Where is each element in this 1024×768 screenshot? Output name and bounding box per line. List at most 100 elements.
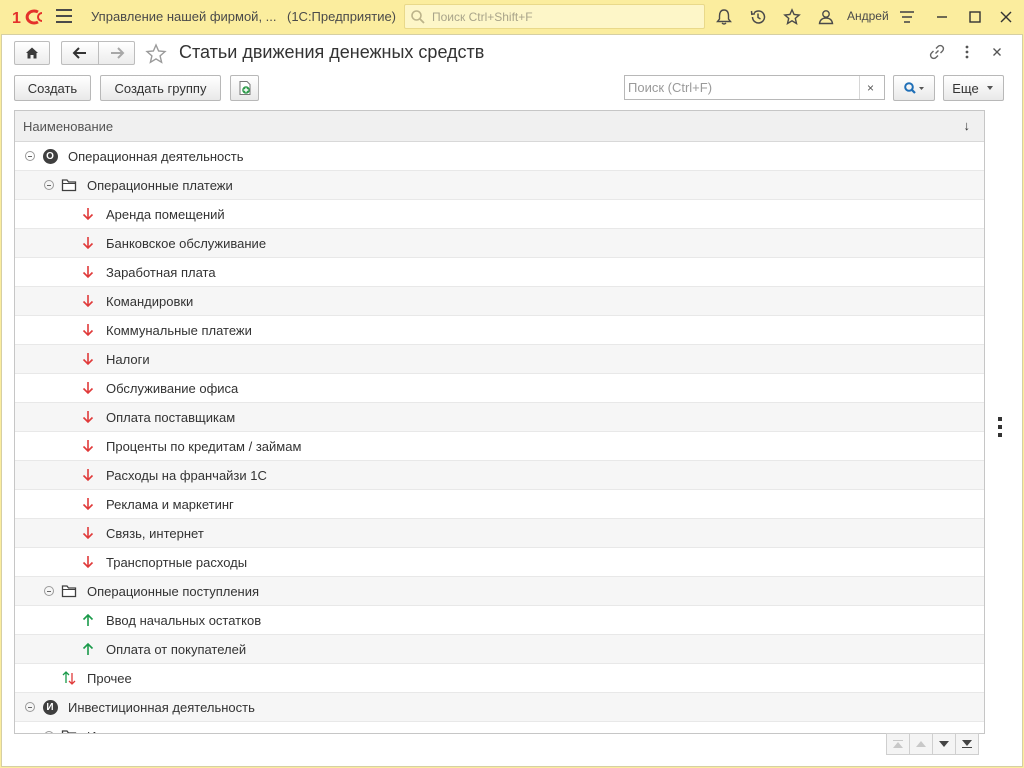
table-row[interactable]: И Инвестиционная деятельность [15,693,984,722]
more-vertical-icon[interactable] [959,44,975,60]
row-label: Оплата поставщикам [106,410,236,425]
link-icon[interactable] [929,44,945,60]
minimize-icon[interactable] [933,8,951,26]
table-row[interactable]: И [15,722,984,733]
search-icon [904,82,924,94]
row-icon: И [42,699,58,715]
favorite-star-icon[interactable] [145,43,167,65]
back-button[interactable] [61,41,98,65]
forward-button[interactable] [98,41,135,65]
row-label: Связь, интернет [106,526,204,541]
arrow-down-icon [82,469,94,482]
settings-icon[interactable] [898,8,916,26]
arrow-down-icon [82,208,94,221]
table-row[interactable]: Аренда помещений [15,200,984,229]
table-row[interactable]: О Операционная деятельность [15,142,984,171]
search-options-button[interactable] [893,75,935,101]
table-row[interactable]: Транспортные расходы [15,548,984,577]
table-row[interactable]: Налоги [15,345,984,374]
app-title: Управление нашей фирмой, ... [91,9,277,24]
app-titlebar: 1 Управление нашей фирмой, ... (1С:Предп… [0,0,1024,34]
row-icon [80,496,96,512]
arrow-down-icon [82,266,94,279]
collapse-toggle-icon[interactable] [44,731,54,733]
history-icon[interactable] [749,8,767,26]
table-row[interactable]: Операционные платежи [15,171,984,200]
users-icon[interactable] [817,8,835,26]
row-icon [80,264,96,280]
row-icon [61,583,77,599]
create-button[interactable]: Создать [14,75,91,101]
column-header-name[interactable]: Наименование [23,119,113,134]
page-title: Статьи движения денежных средств [179,42,485,62]
table-header[interactable]: Наименование ↓ [15,111,984,142]
row-icon [61,670,77,686]
arrow-down-icon [82,527,94,540]
row-icon [80,380,96,396]
arrow-up-icon [82,642,94,655]
user-name[interactable]: Андрей [847,9,889,23]
table-row[interactable]: Коммунальные платежи [15,316,984,345]
collapse-toggle-icon[interactable] [44,586,54,596]
scroll-top-button[interactable] [886,733,910,755]
list-search[interactable]: × [624,75,885,100]
table-row[interactable]: Заработная плата [15,258,984,287]
table-row[interactable]: Проценты по кредитам / займам [15,432,984,461]
side-panel-handle[interactable] [998,417,1004,441]
bell-icon[interactable] [715,8,733,26]
row-label: Инвестиционная деятельность [68,700,255,715]
more-button-label: Еще [952,80,979,96]
collapse-toggle-icon[interactable] [44,180,54,190]
table-row[interactable]: Расходы на франчайзи 1С [15,461,984,490]
table-row[interactable]: Прочее [15,664,984,693]
global-search[interactable] [404,4,705,29]
add-file-button[interactable] [230,75,259,101]
arrow-down-icon [82,440,94,453]
menu-icon[interactable] [56,9,72,25]
table-row[interactable]: Обслуживание офиса [15,374,984,403]
home-button[interactable] [14,41,50,65]
row-label: Обслуживание офиса [106,381,239,396]
sort-arrow-icon[interactable]: ↓ [964,118,971,133]
row-icon [80,235,96,251]
maximize-icon[interactable] [966,8,984,26]
root-letter-icon: О [42,148,58,164]
scroll-down-button[interactable] [932,733,956,755]
global-search-input[interactable] [430,8,700,25]
add-file-icon [239,81,250,95]
collapse-toggle-icon[interactable] [25,702,35,712]
row-label: Реклама и маркетинг [106,497,234,512]
create-group-button[interactable]: Создать группу [100,75,221,101]
folder-icon [61,730,77,733]
row-label: Операционная деятельность [68,149,244,164]
row-icon [80,351,96,367]
table-row[interactable]: Командировки [15,287,984,316]
collapse-toggle-icon[interactable] [25,151,35,161]
1c-logo: 1 [12,9,43,26]
list-search-input[interactable] [625,76,859,99]
table-row[interactable]: Оплата от покупателей [15,635,984,664]
table-row[interactable]: Операционные поступления [15,577,984,606]
forward-icon [110,47,124,59]
table-row[interactable]: Связь, интернет [15,519,984,548]
star-icon[interactable] [783,8,801,26]
close-icon[interactable] [997,8,1015,26]
home-icon [26,47,38,59]
table-row[interactable]: Ввод начальных остатков [15,606,984,635]
row-icon [80,467,96,483]
close-form-icon[interactable] [989,44,1005,60]
arrow-down-icon [82,411,94,424]
scroll-bottom-button[interactable] [955,733,979,755]
table-row[interactable]: Оплата поставщикам [15,403,984,432]
row-icon [80,525,96,541]
arrows-updown-icon [62,671,76,685]
table-row[interactable]: Реклама и маркетинг [15,490,984,519]
table-row[interactable]: Банковское обслуживание [15,229,984,258]
search-clear-button[interactable]: × [859,76,881,99]
arrow-down-icon [82,353,94,366]
row-icon [80,641,96,657]
scroll-up-button[interactable] [909,733,933,755]
row-icon [61,728,77,733]
tree-table[interactable]: Наименование ↓ О Операционная деятельност… [14,110,985,734]
more-button[interactable]: Еще [943,75,1004,101]
